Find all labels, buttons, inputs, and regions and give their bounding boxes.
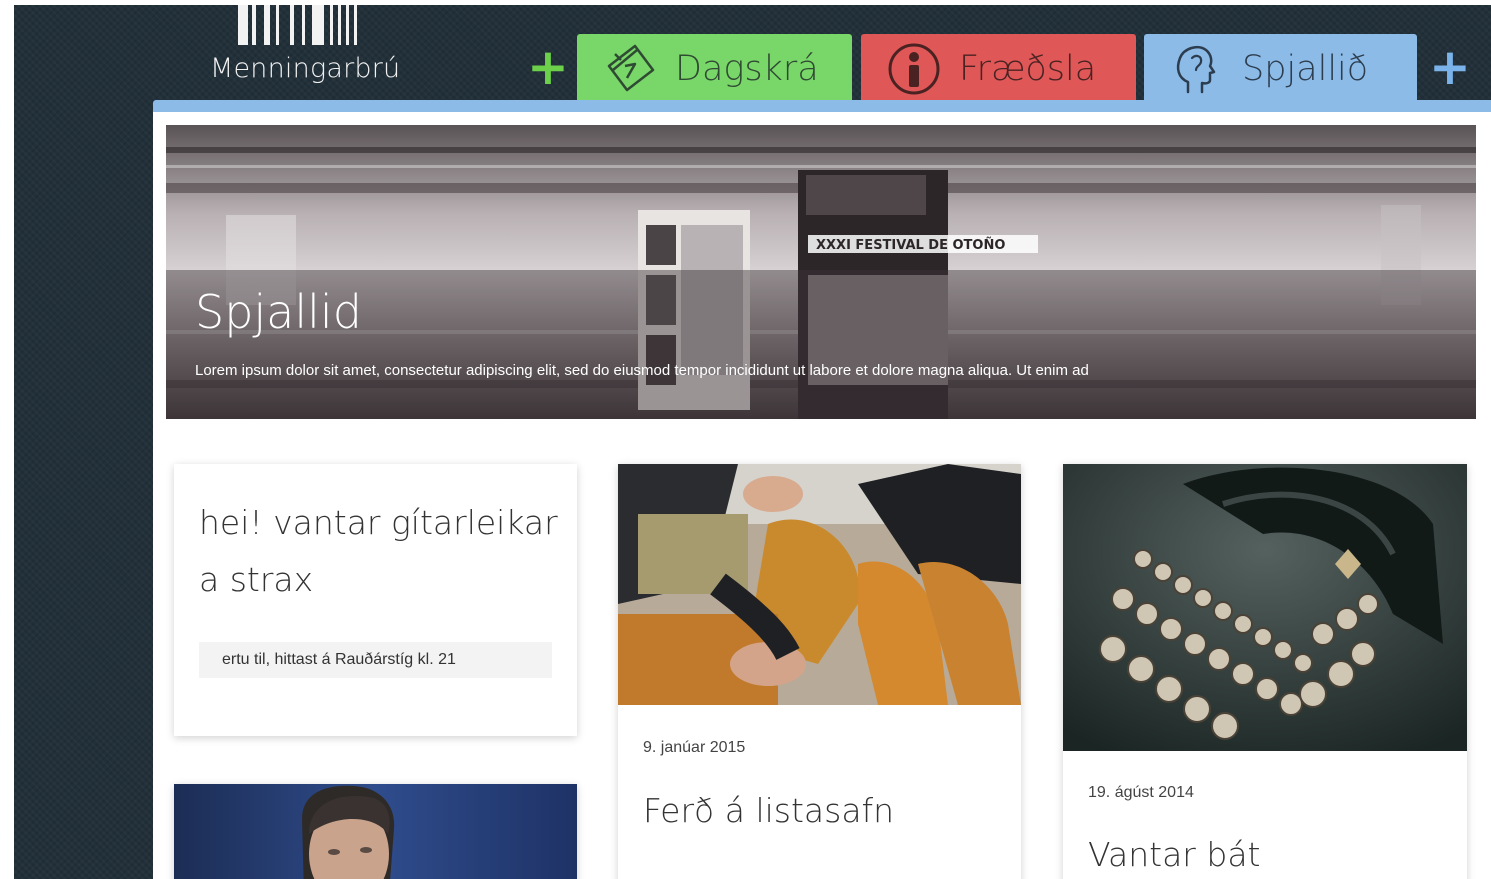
add-blue-button[interactable]: + — [1429, 42, 1471, 92]
post-image[interactable] — [618, 464, 1021, 705]
tab-dagskra-label: Dagskrá — [675, 49, 819, 89]
post-image[interactable] — [174, 784, 577, 879]
hero-overlay — [166, 270, 1476, 419]
post-card[interactable] — [174, 784, 577, 879]
post-card[interactable]: hei! vantar gítarleikar a strax ertu til… — [174, 464, 577, 736]
hero-title: Spjallid — [195, 285, 362, 339]
hero-description: Lorem ipsum dolor sit amet, consectetur … — [195, 362, 1089, 379]
post-title[interactable]: Vantar bát — [1088, 826, 1260, 879]
add-green-button[interactable]: + — [527, 42, 569, 92]
calendar-icon — [607, 44, 655, 92]
logo-text: Menningarbrú — [210, 53, 401, 84]
app-window: Menningarbrú + + Dagskrá Fræðsla Spjalli… — [14, 5, 1491, 879]
tab-dagskra[interactable]: Dagskrá — [577, 34, 852, 104]
post-title[interactable]: hei! vantar gítarleikar a strax — [199, 494, 559, 608]
tab-spjallid[interactable]: Spjallið — [1144, 34, 1417, 104]
hero-banner: XXXI FESTIVAL DE OTOÑO Spjallid Lorem ip… — [166, 125, 1476, 419]
post-date: 9. janúar 2015 — [643, 739, 746, 756]
post-card[interactable]: 9. janúar 2015 Ferð á listasafn — [618, 464, 1021, 879]
tab-underline — [153, 100, 1491, 112]
post-excerpt: ertu til, hittast á Rauðárstíg kl. 21 — [199, 642, 552, 678]
tab-fraedsla[interactable]: Fræðsla — [861, 34, 1136, 104]
post-title[interactable]: Ferð á listasafn — [643, 782, 894, 839]
logo-mark-icon — [238, 5, 357, 45]
post-date: 19. ágúst 2014 — [1088, 784, 1194, 801]
tab-spjallid-label: Spjallið — [1242, 49, 1369, 89]
content-panel: XXXI FESTIVAL DE OTOÑO Spjallid Lorem ip… — [153, 112, 1491, 879]
svg-text:XXXI FESTIVAL DE OTOÑO: XXXI FESTIVAL DE OTOÑO — [816, 237, 1005, 253]
head-icon — [1176, 46, 1216, 94]
post-card[interactable]: 19. ágúst 2014 Vantar bát — [1063, 464, 1467, 879]
post-image[interactable] — [1063, 464, 1467, 751]
tab-fraedsla-label: Fræðsla — [959, 49, 1097, 89]
info-icon — [888, 43, 940, 95]
logo[interactable]: Menningarbrú — [210, 5, 400, 95]
